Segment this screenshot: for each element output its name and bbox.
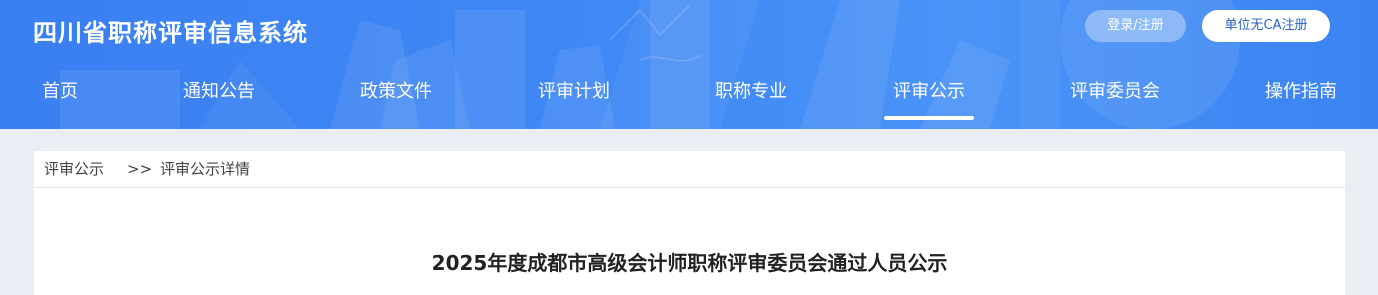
nav-item-review-plan[interactable]: 评审计划	[538, 74, 610, 110]
unit-no-ca-register-button[interactable]: 单位无CA注册	[1202, 10, 1330, 42]
breadcrumb-item-review-announcement[interactable]: 评审公示	[44, 151, 104, 187]
nav-item-review-committee[interactable]: 评审委员会	[1070, 74, 1160, 110]
nav-item-policy[interactable]: 政策文件	[360, 74, 432, 110]
site-title: 四川省职称评审信息系统	[33, 19, 308, 47]
nav-item-review-announcement[interactable]: 评审公示	[893, 74, 965, 110]
nav-item-notices[interactable]: 通知公告	[183, 74, 255, 110]
site-header: 四川省职称评审信息系统 登录/注册 单位无CA注册 首页 通知公告 政策文件 评…	[0, 0, 1378, 129]
nav-item-home[interactable]: 首页	[42, 74, 78, 110]
breadcrumb: 评审公示 >> 评审公示详情	[34, 151, 1345, 188]
active-tab-indicator	[884, 116, 974, 120]
main-nav: 首页 通知公告 政策文件 评审计划 职称专业 评审公示 评审委员会 操作指南	[0, 64, 1378, 124]
nav-item-specialties[interactable]: 职称专业	[715, 74, 787, 110]
breadcrumb-item-detail: 评审公示详情	[160, 160, 251, 178]
page-title: 2025年度成都市高级会计师职称评审委员会通过人员公示	[431, 251, 948, 275]
login-register-button[interactable]: 登录/注册	[1085, 10, 1186, 42]
content-panel: 评审公示 >> 评审公示详情 2025年度成都市高级会计师职称评审委员会通过人员…	[34, 151, 1345, 295]
nav-item-guide[interactable]: 操作指南	[1265, 74, 1337, 110]
breadcrumb-separator: >>	[127, 160, 153, 178]
